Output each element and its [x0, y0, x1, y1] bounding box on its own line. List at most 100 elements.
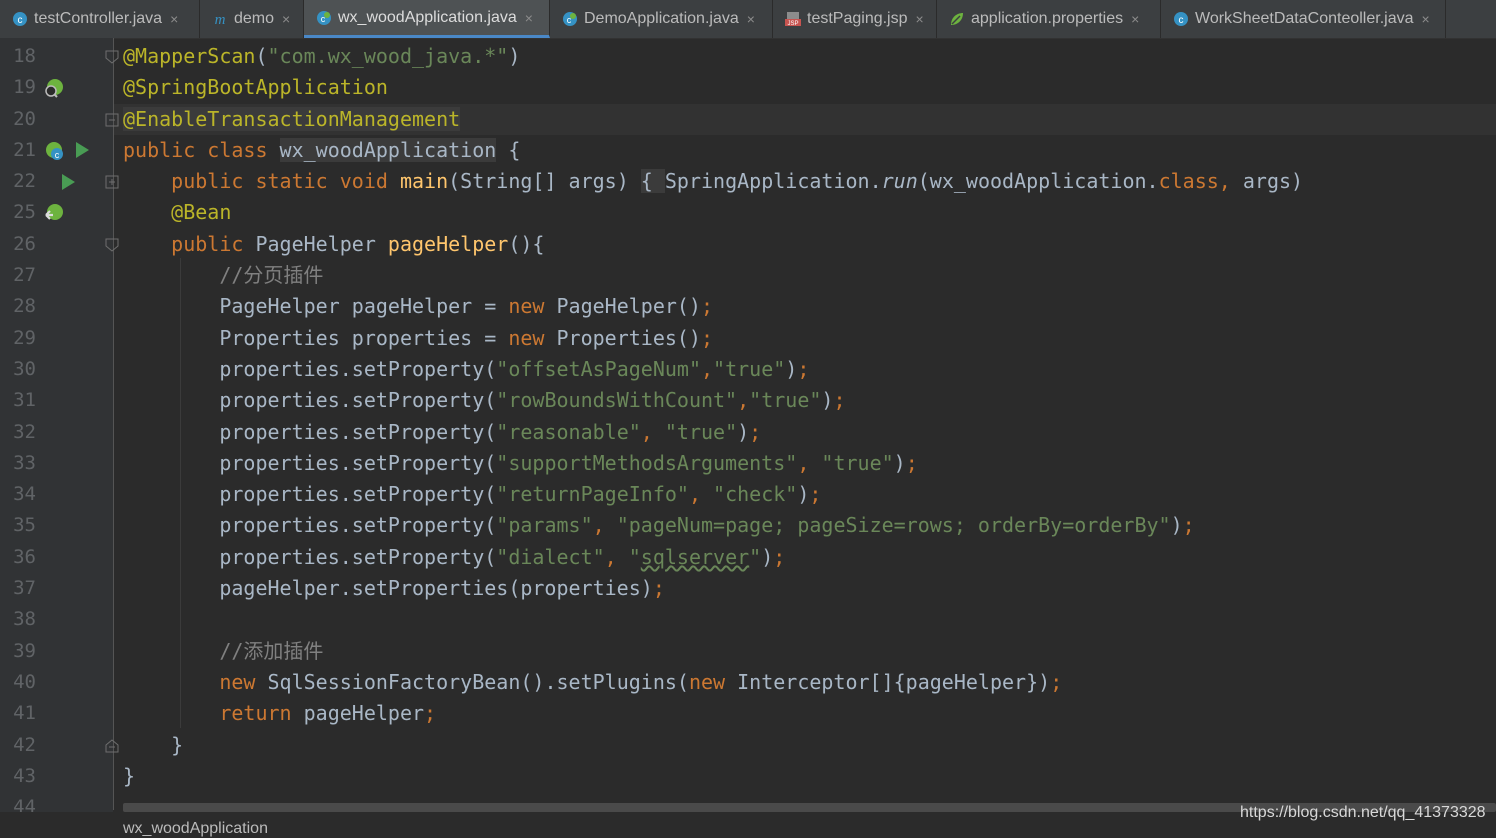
code-text: pageHelper	[303, 701, 425, 726]
tab-testpaging-jsp[interactable]: JSP testPaging.jsp ×	[773, 0, 937, 38]
code-text: properties.setProperty(	[219, 388, 497, 413]
line-number: 31	[13, 389, 36, 412]
code-text: properties.setProperty(	[219, 513, 497, 538]
string-literal: "params"	[496, 513, 593, 538]
folded-block[interactable]: {	[640, 169, 665, 194]
spring-boot-class-icon: c	[316, 10, 332, 26]
run-icon[interactable]	[58, 172, 78, 192]
punctuation: ,	[604, 544, 629, 569]
line-number: 29	[13, 326, 36, 349]
code-text: (wx_woodApplication.	[917, 169, 1159, 194]
code-line: 42 }	[0, 730, 1496, 761]
close-icon[interactable]: ×	[1131, 11, 1139, 27]
expand-fold-icon[interactable]	[105, 175, 119, 189]
tab-testcontroller[interactable]: c testController.java ×	[0, 0, 200, 38]
punctuation: ;	[833, 388, 846, 413]
code-line: 25 @Bean	[0, 197, 1496, 228]
tab-label: wx_woodApplication.java	[338, 8, 517, 26]
run-icon[interactable]	[72, 140, 92, 160]
punctuation: ;	[1182, 513, 1195, 538]
code-text: (String[] args)	[448, 169, 641, 194]
code-text: SqlSessionFactoryBean().setPlugins(	[267, 669, 689, 694]
line-number: 39	[13, 639, 36, 662]
closing-brace: }	[171, 732, 184, 757]
code-line: 36 properties.setProperty("dialect", "sq…	[0, 542, 1496, 573]
keyword: public static void	[171, 169, 400, 194]
code-text: properties.setProperty(	[219, 356, 497, 381]
fold-icon[interactable]	[105, 113, 119, 127]
spring-properties-icon	[949, 11, 965, 27]
string-literal: "dialect"	[496, 544, 605, 569]
tab-wx-woodapplication[interactable]: c wx_woodApplication.java ×	[304, 0, 550, 38]
code-text: Properties()	[556, 325, 701, 350]
code-line: 28 PageHelper pageHelper = new PageHelpe…	[0, 291, 1496, 322]
fold-icon[interactable]	[105, 50, 119, 64]
line-number: 37	[13, 577, 36, 600]
code-line: 35 properties.setProperty("params", "pag…	[0, 510, 1496, 541]
svg-text:c: c	[18, 15, 23, 26]
string-literal: "reasonable"	[496, 419, 641, 444]
line-number: 32	[13, 420, 36, 443]
close-icon[interactable]: ×	[282, 11, 290, 27]
punctuation: ,	[640, 419, 665, 444]
code-text: PageHelper()	[556, 294, 701, 319]
line-number: 22	[13, 170, 36, 193]
string-literal: "check"	[713, 482, 798, 507]
tab-label: testPaging.jsp	[807, 10, 908, 27]
line-number: 19	[13, 76, 36, 99]
code-text: Properties properties =	[219, 325, 509, 350]
line-number: 20	[13, 107, 36, 130]
bean-navigate-icon[interactable]	[44, 203, 64, 223]
watermark: https://blog.csdn.net/qq_41373328	[1240, 804, 1486, 821]
code-line: 37 pageHelper.setProperties(properties);	[0, 573, 1496, 604]
tab-application-properties[interactable]: application.properties ×	[937, 0, 1161, 38]
code-line: 30 properties.setProperty("offsetAsPageN…	[0, 354, 1496, 385]
keyword: public class	[123, 137, 280, 162]
close-icon[interactable]: ×	[747, 11, 755, 27]
line-number: 43	[13, 764, 36, 787]
code-line: 20 @EnableTransactionManagement	[0, 103, 1496, 135]
string-literal-warning[interactable]: sqlserver	[641, 545, 749, 569]
code-line: 18 @MapperScan("com.wx_wood_java.*")	[0, 41, 1496, 72]
keyword: return	[219, 701, 304, 726]
close-icon[interactable]: ×	[525, 10, 533, 26]
code-text: )	[737, 419, 750, 444]
fold-icon[interactable]	[105, 238, 119, 252]
fold-icon[interactable]	[105, 738, 119, 753]
punctuation: ;	[773, 544, 786, 569]
close-icon[interactable]: ×	[1422, 11, 1430, 27]
jsp-file-icon: JSP	[785, 11, 801, 27]
punctuation: ,	[737, 388, 750, 413]
punctuation: ;	[652, 576, 665, 601]
code-editor[interactable]: 18 @MapperScan("com.wx_wood_java.*") 19 …	[0, 41, 1496, 823]
code-line: 41 return pageHelper;	[0, 698, 1496, 729]
method-name: pageHelper	[387, 231, 509, 256]
punctuation: ;	[424, 701, 437, 726]
line-number: 21	[13, 138, 36, 161]
tab-demo[interactable]: m demo ×	[200, 0, 304, 38]
string-literal: "true"	[664, 419, 738, 444]
breadcrumb[interactable]: wx_woodApplication	[123, 820, 268, 838]
close-icon[interactable]: ×	[916, 11, 924, 27]
tab-label: testController.java	[34, 10, 163, 27]
code-line: 19 @SpringBootApplication	[0, 72, 1496, 103]
code-text: )	[821, 388, 834, 413]
spring-bean-gutter-icon[interactable]	[44, 78, 64, 99]
comment: //添加插件	[219, 638, 324, 663]
tab-worksheetdataconteoller[interactable]: c WorkSheetDataConteoller.java ×	[1161, 0, 1446, 38]
code-line: 27 //分页插件	[0, 260, 1496, 291]
line-number: 27	[13, 264, 36, 287]
code-line: 39 //添加插件	[0, 636, 1496, 667]
code-text: pageHelper.setProperties(properties)	[219, 576, 653, 601]
tab-demoapplication[interactable]: c DemoApplication.java ×	[550, 0, 773, 38]
punctuation: ,	[700, 356, 714, 381]
tab-label: demo	[234, 10, 275, 27]
close-icon[interactable]: ×	[170, 11, 178, 27]
string-quote: "	[628, 544, 641, 569]
code-text: PageHelper pageHelper =	[219, 294, 509, 319]
spring-boot-gutter-icon[interactable]: c	[44, 141, 64, 161]
code-text: )	[797, 482, 810, 507]
string-literal: "true"	[821, 450, 894, 475]
line-number: 33	[13, 451, 36, 474]
punctuation: ;	[700, 294, 714, 319]
